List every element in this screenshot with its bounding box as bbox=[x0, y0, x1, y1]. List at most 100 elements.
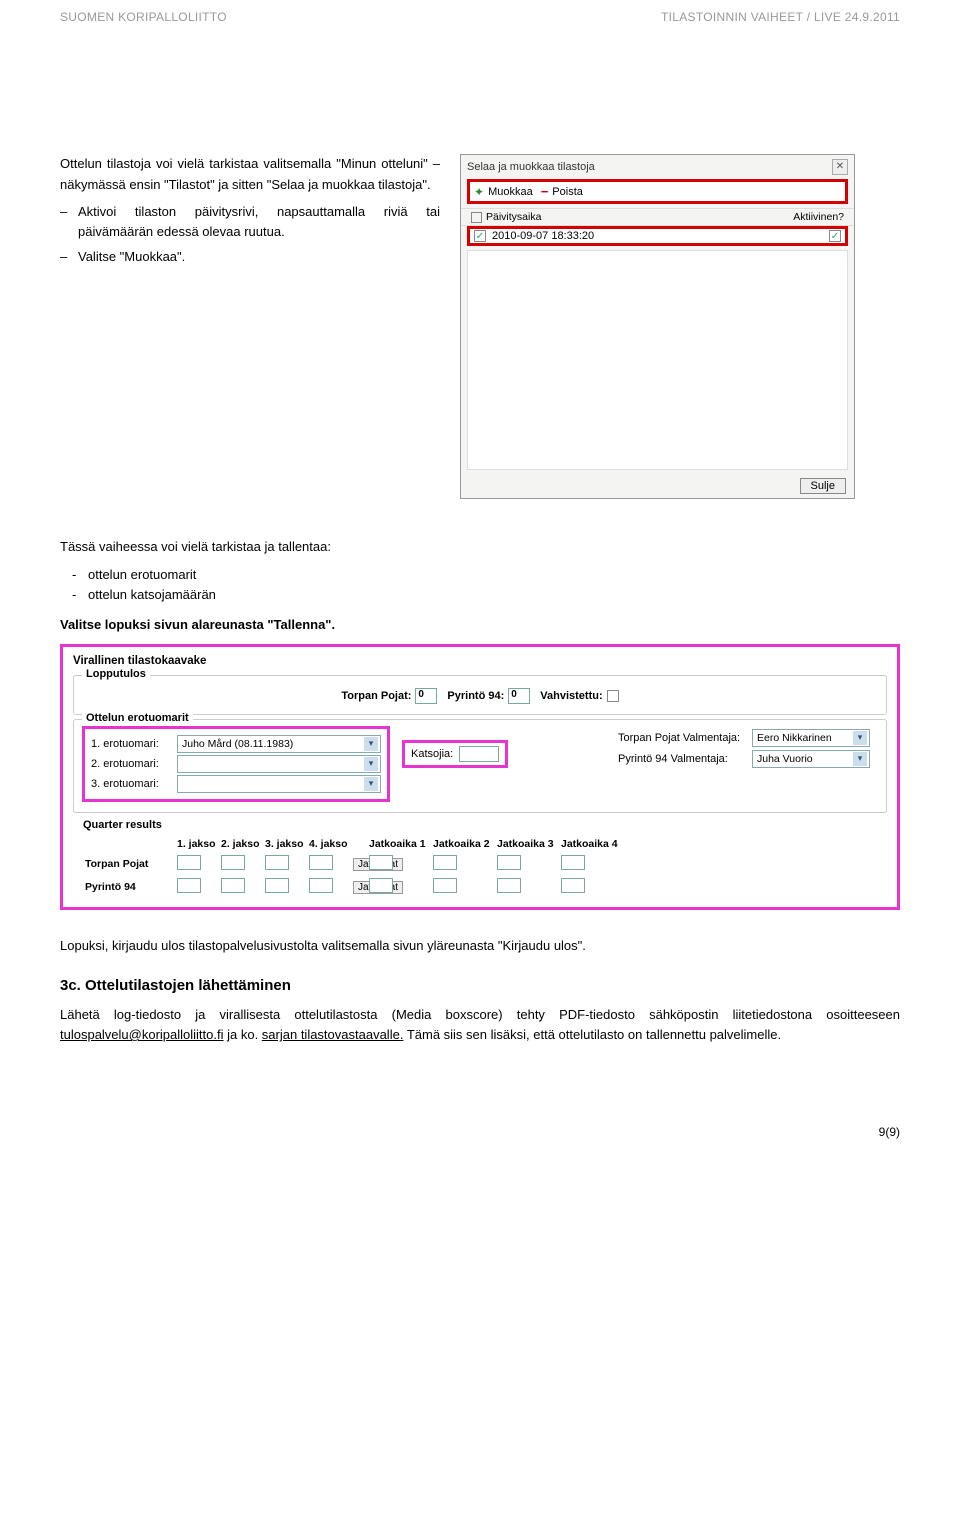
chevron-down-icon: ▾ bbox=[364, 757, 378, 771]
katsojia-highlight: Katsojia: bbox=[402, 740, 508, 768]
ot1: Jatkoaika 1 bbox=[367, 837, 431, 851]
dialog-title: Selaa ja muokkaa tilastoja bbox=[467, 161, 595, 173]
lopputulos-legend: Lopputulos bbox=[82, 668, 150, 680]
ref3-select[interactable]: ▾ bbox=[177, 775, 381, 793]
coachB-label: Pyrintö 94 Valmentaja: bbox=[618, 753, 746, 765]
ref1-label: 1. erotuomari: bbox=[91, 738, 177, 750]
chevron-down-icon: ▾ bbox=[364, 737, 378, 751]
minus-icon: − bbox=[541, 184, 549, 199]
page-number: 9(9) bbox=[60, 1125, 900, 1139]
delete-button[interactable]: − Poista bbox=[541, 184, 583, 199]
ref3-label: 3. erotuomari: bbox=[91, 778, 177, 790]
close-button[interactable]: Sulje bbox=[800, 478, 846, 494]
after-p1: Lopuksi, kirjaudu ulos tilastopalvelusiv… bbox=[60, 936, 900, 956]
q4: 4. jakso bbox=[307, 837, 351, 851]
ref1-select[interactable]: Juho Mård (08.11.1983) ▾ bbox=[177, 735, 381, 753]
intro-b2: Valitse "Muokkaa". bbox=[78, 247, 440, 268]
mid-p2: Valitse lopuksi sivun alareunasta "Talle… bbox=[60, 615, 900, 635]
coachA-select[interactable]: Eero Nikkarinen ▾ bbox=[752, 729, 870, 747]
q1: 1. jakso bbox=[175, 837, 219, 851]
ot2: Jatkoaika 2 bbox=[431, 837, 495, 851]
star-icon: ✦ bbox=[474, 185, 484, 199]
katsojia-input[interactable] bbox=[459, 746, 499, 762]
mid-l2: ottelun katsojamäärän bbox=[88, 585, 900, 605]
delete-label: Poista bbox=[552, 186, 583, 198]
form-screenshot: Virallinen tilastokaavake Lopputulos Tor… bbox=[60, 644, 900, 910]
qr-input[interactable] bbox=[497, 855, 521, 870]
coachB-value: Juha Vuorio bbox=[757, 753, 813, 765]
qr-input[interactable] bbox=[433, 878, 457, 893]
teamB-label: Pyrintö 94: bbox=[447, 690, 504, 702]
coachA-value: Eero Nikkarinen bbox=[757, 732, 832, 744]
row-timestamp: 2010-09-07 18:33:20 bbox=[486, 230, 829, 242]
ref2-select[interactable]: ▾ bbox=[177, 755, 381, 773]
form-title: Virallinen tilastokaavake bbox=[63, 647, 897, 671]
qr-input[interactable] bbox=[369, 855, 393, 870]
tilastovastaava-link[interactable]: sarjan tilastovastaavalle. bbox=[262, 1027, 404, 1042]
col-paivitysaika: Päivitysaika bbox=[486, 211, 541, 223]
p2a: Lähetä log-tiedosto ja virallisesta otte… bbox=[60, 1007, 900, 1022]
erotuomarit-legend: Ottelun erotuomarit bbox=[82, 712, 193, 724]
quarter-results: Quarter results 1. jakso 2. jakso 3. jak… bbox=[73, 819, 887, 897]
referees-highlight: 1. erotuomari: Juho Mård (08.11.1983) ▾ … bbox=[82, 726, 390, 802]
qr-input[interactable] bbox=[369, 878, 393, 893]
katsojia-label: Katsojia: bbox=[411, 748, 453, 760]
edit-button[interactable]: ✦ Muokkaa bbox=[474, 185, 533, 199]
q3: 3. jakso bbox=[263, 837, 307, 851]
qr-input[interactable] bbox=[221, 855, 245, 870]
qr-input[interactable] bbox=[497, 878, 521, 893]
qr-input[interactable] bbox=[561, 878, 585, 893]
email-link[interactable]: tulospalvelu@koripalloliitto.fi bbox=[60, 1027, 224, 1042]
qr-input[interactable] bbox=[265, 878, 289, 893]
close-icon[interactable]: ✕ bbox=[832, 159, 848, 175]
header-right: TILASTOINNIN VAIHEET / LIVE 24.9.2011 bbox=[661, 10, 900, 24]
qr-input[interactable] bbox=[309, 878, 333, 893]
ref1-value: Juho Mård (08.11.1983) bbox=[182, 738, 293, 750]
row-checkbox[interactable]: ✓ bbox=[474, 230, 486, 242]
ot4: Jatkoaika 4 bbox=[559, 837, 623, 851]
qr-input[interactable] bbox=[561, 855, 585, 870]
p2b: ja ko. bbox=[224, 1027, 262, 1042]
after-p2: Lähetä log-tiedosto ja virallisesta otte… bbox=[60, 1005, 900, 1045]
edit-dialog: Selaa ja muokkaa tilastoja ✕ ✦ Muokkaa −… bbox=[460, 154, 855, 499]
section-3c-heading: 3c. Ottelutilastojen lähettäminen bbox=[60, 974, 900, 997]
qr-rowA: Torpan Pojat bbox=[83, 857, 175, 871]
page-header: SUOMEN KORIPALLOLIITTO TILASTOINNIN VAIH… bbox=[60, 0, 900, 34]
qr-title: Quarter results bbox=[73, 819, 887, 833]
edit-label: Muokkaa bbox=[488, 186, 533, 198]
qr-input[interactable] bbox=[433, 855, 457, 870]
header-checkbox[interactable] bbox=[471, 212, 482, 223]
qr-input[interactable] bbox=[265, 855, 289, 870]
dialog-body bbox=[467, 250, 848, 470]
qr-input[interactable] bbox=[221, 878, 245, 893]
teamA-score-input[interactable]: 0 bbox=[415, 688, 437, 704]
teamB-score-input[interactable]: 0 bbox=[508, 688, 530, 704]
col-aktiivinen: Aktiivinen? bbox=[793, 211, 844, 223]
vahvistettu-checkbox[interactable] bbox=[607, 690, 619, 702]
p2c: Tämä siis sen lisäksi, että ottelutilast… bbox=[403, 1027, 781, 1042]
lopputulos-fieldset: Lopputulos Torpan Pojat: 0 Pyrintö 94: 0… bbox=[73, 675, 887, 715]
dialog-toolbar-highlight: ✦ Muokkaa − Poista bbox=[467, 179, 848, 204]
header-left: SUOMEN KORIPALLOLIITTO bbox=[60, 10, 227, 24]
qr-input[interactable] bbox=[309, 855, 333, 870]
ot3: Jatkoaika 3 bbox=[495, 837, 559, 851]
q2: 2. jakso bbox=[219, 837, 263, 851]
erotuomarit-fieldset: Ottelun erotuomarit 1. erotuomari: Juho … bbox=[73, 719, 887, 813]
chevron-down-icon: ▾ bbox=[853, 752, 867, 766]
chevron-down-icon: ▾ bbox=[364, 777, 378, 791]
row-active-checkbox[interactable]: ✓ bbox=[829, 230, 841, 242]
coachA-label: Torpan Pojat Valmentaja: bbox=[618, 732, 746, 744]
qr-input[interactable] bbox=[177, 855, 201, 870]
dialog-row-highlight[interactable]: ✓ 2010-09-07 18:33:20 ✓ bbox=[467, 226, 848, 246]
chevron-down-icon: ▾ bbox=[853, 731, 867, 745]
ref2-label: 2. erotuomari: bbox=[91, 758, 177, 770]
coachB-select[interactable]: Juha Vuorio ▾ bbox=[752, 750, 870, 768]
teamA-label: Torpan Pojat: bbox=[341, 690, 411, 702]
mid-p1: Tässä vaiheessa voi vielä tarkistaa ja t… bbox=[60, 537, 900, 557]
vahvistettu-label: Vahvistettu: bbox=[540, 690, 602, 702]
intro-b1: Aktivoi tilaston päivitysrivi, napsautta… bbox=[78, 202, 440, 244]
qr-rowB: Pyrintö 94 bbox=[83, 880, 175, 894]
intro-p1: Ottelun tilastoja voi vielä tarkistaa va… bbox=[60, 154, 440, 196]
qr-input[interactable] bbox=[177, 878, 201, 893]
mid-l1: ottelun erotuomarit bbox=[88, 565, 900, 585]
